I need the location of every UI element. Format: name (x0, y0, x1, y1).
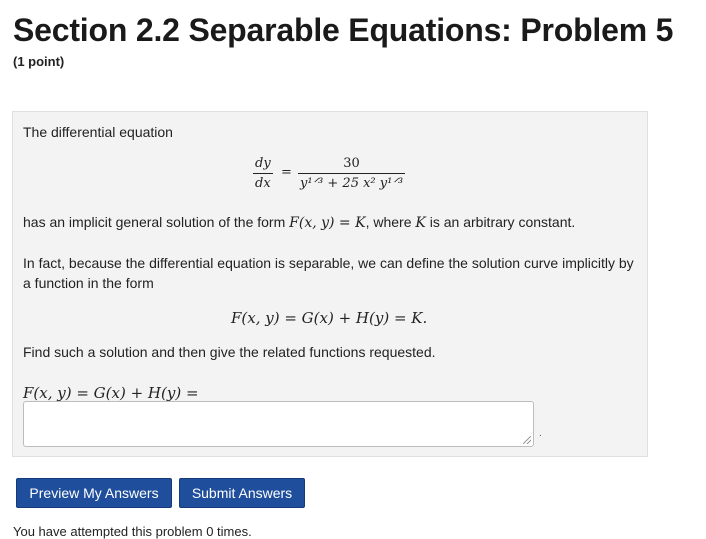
problem-points: (1 point) (13, 54, 65, 69)
preview-answers-button[interactable]: Preview My Answers (16, 478, 172, 508)
intro-text: The differential equation (23, 124, 173, 140)
general-suffix: is an arbitrary constant. (425, 214, 576, 230)
rhs-denominator: y¹ᐟ³ + 25 x² y¹ᐟ³ (298, 173, 406, 191)
form-equation: F(x, y) = G(x) + H(y) = K. (231, 309, 428, 327)
general-k: K (415, 215, 426, 231)
rhs-numerator: 30 (343, 156, 360, 171)
lhs-fraction: dy dx (253, 156, 273, 191)
problem-box: The differential equation dy dx = 30 y¹ᐟ… (12, 111, 648, 457)
submit-answers-button[interactable]: Submit Answers (179, 478, 305, 508)
rhs-fraction: 30 y¹ᐟ³ + 25 x² y¹ᐟ³ (298, 156, 406, 191)
general-solution-text: has an implicit general solution of the … (23, 212, 575, 233)
attempts-text: You have attempted this problem 0 times. (13, 524, 252, 539)
page-title: Section 2.2 Separable Equations: Problem… (13, 12, 674, 48)
answer-label: F(x, y) = G(x) + H(y) = (23, 384, 199, 402)
lhs-numerator: dy (255, 156, 271, 171)
differential-equation: dy dx = 30 y¹ᐟ³ + 25 x² y¹ᐟ³ (253, 152, 423, 202)
answer-status-dot: . (539, 428, 542, 439)
general-mid: , where (365, 214, 416, 230)
equals-sign: = (281, 165, 292, 180)
general-math: F(x, y) = K (289, 215, 366, 231)
infact-text: In fact, because the differential equati… (23, 255, 634, 291)
find-text: Find such a solution and then give the r… (23, 344, 436, 360)
general-prefix: has an implicit general solution of the … (23, 214, 290, 230)
lhs-denominator: dx (253, 173, 273, 191)
resize-grip-icon[interactable] (523, 436, 531, 444)
answer-input[interactable] (23, 401, 534, 447)
